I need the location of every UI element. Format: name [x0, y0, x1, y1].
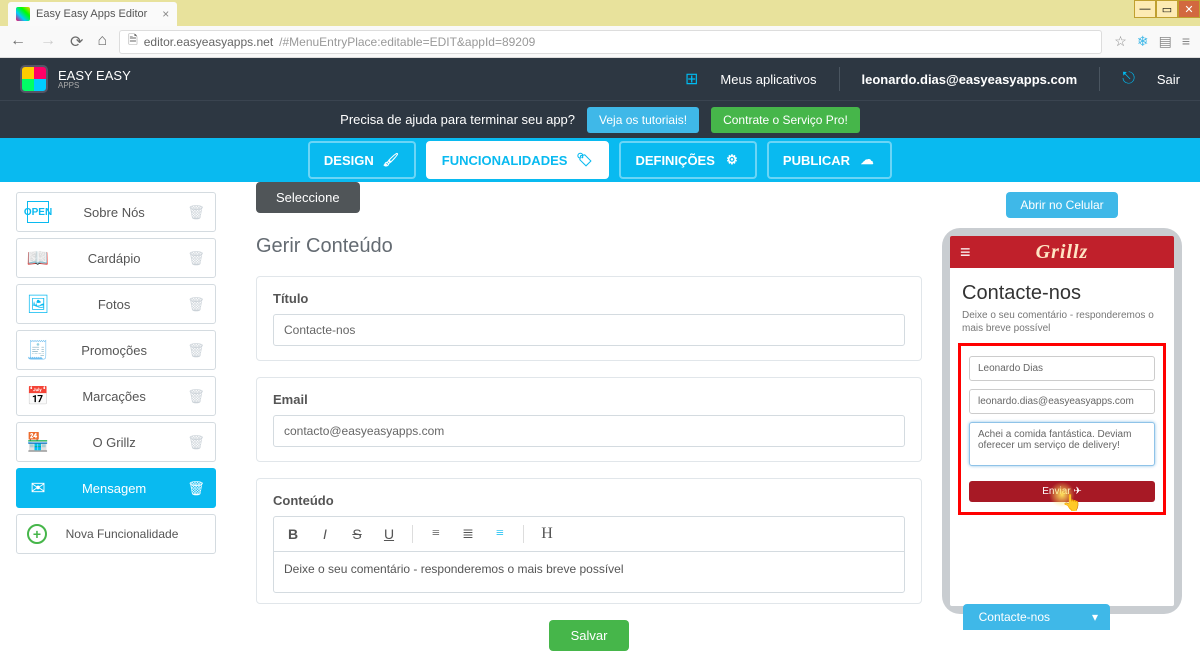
logout-icon[interactable]: ⎋	[1122, 70, 1135, 88]
gear-icon: ⚙	[723, 151, 741, 169]
title-label: Título	[273, 291, 905, 306]
pro-service-button[interactable]: Contrate o Serviço Pro!	[711, 107, 860, 133]
bottom-dropdown[interactable]: Contacte-nos	[963, 604, 1110, 630]
main-nav: DESIGN 🖌 FUNCIONALIDADES 🏷 DEFINIÇÕES ⚙ …	[0, 138, 1200, 182]
window-maximize-button[interactable]: ▭	[1156, 0, 1178, 18]
list-icon[interactable]: ▤	[1159, 33, 1172, 50]
preview-name-input[interactable]	[969, 356, 1155, 381]
reload-icon[interactable]: ⟳	[70, 32, 83, 52]
favicon-icon	[16, 7, 30, 21]
user-email[interactable]: leonardo.dias@easyeasyapps.com	[862, 72, 1078, 87]
help-bar: Precisa de ajuda para terminar seu app? …	[0, 100, 1200, 138]
select-button[interactable]: Seleccione	[256, 182, 360, 213]
heading-icon[interactable]: H	[538, 525, 556, 543]
italic-icon[interactable]: I	[316, 526, 334, 542]
cursor-icon: 👆	[1062, 493, 1082, 513]
window-close-button[interactable]: ✕	[1178, 0, 1200, 18]
trash-icon[interactable]: 🗑	[187, 250, 205, 267]
sidebar-item-about[interactable]: OPEN Sobre Nós 🗑	[16, 192, 216, 232]
nav-publish[interactable]: PUBLICAR ☁	[767, 141, 892, 179]
forward-icon[interactable]: →	[40, 32, 56, 52]
sidebar-new-functionality[interactable]: + Nova Funcionalidade	[16, 514, 216, 554]
trash-icon[interactable]: 🗑	[187, 434, 205, 451]
tab-title: Easy Easy Apps Editor	[36, 8, 147, 20]
brush-icon: 🖌	[382, 151, 400, 169]
url-host: editor.easyeasyapps.net	[144, 35, 273, 49]
save-button[interactable]: Salvar	[549, 620, 630, 651]
trash-icon[interactable]: 🗑	[187, 204, 205, 221]
form-group-content: Conteúdo B I S U ≡ ≣ ≡ H Deixe o seu com…	[256, 478, 922, 604]
browser-address-bar: ← → ⟳ ⌂ 🗎 editor.easyeasyapps.net /#MenuE…	[0, 26, 1200, 58]
sidebar-item-photos[interactable]: 🖼 Fotos 🗑	[16, 284, 216, 324]
sidebar-item-menu[interactable]: 📖 Cardápio 🗑	[16, 238, 216, 278]
brand[interactable]: EASY EASY APPS	[20, 65, 131, 93]
bold-icon[interactable]: B	[284, 526, 302, 542]
nav-design[interactable]: DESIGN 🖌	[308, 141, 416, 179]
phone-page-subtitle: Deixe o seu comentário - responderemos o…	[962, 309, 1162, 335]
preview-email-input[interactable]	[969, 389, 1155, 414]
trash-icon[interactable]: 🗑	[187, 296, 205, 313]
brand-icon	[20, 65, 48, 93]
url-input[interactable]: 🗎 editor.easyeasyapps.net /#MenuEntryPlac…	[119, 30, 1102, 54]
strikethrough-icon[interactable]: S	[348, 526, 366, 542]
my-apps-link[interactable]: Meus aplicativos	[720, 72, 816, 87]
underline-icon[interactable]: U	[380, 526, 398, 542]
email-input[interactable]	[273, 415, 905, 447]
form-group-email: Email	[256, 377, 922, 462]
logout-link[interactable]: Sair	[1157, 72, 1180, 87]
content-editor[interactable]: Deixe o seu comentário - responderemos o…	[273, 551, 905, 593]
content-heading: Gerir Conteúdo	[256, 235, 922, 258]
phone-frame: ≡ Grillz Contacte-nos Deixe o seu coment…	[942, 228, 1182, 614]
cloud-upload-icon: ☁	[858, 151, 876, 169]
back-icon[interactable]: ←	[10, 32, 26, 52]
sidebar-item-promotions[interactable]: 🧾 Promoções 🗑	[16, 330, 216, 370]
browser-tab[interactable]: Easy Easy Apps Editor ×	[8, 2, 177, 26]
nav-functionalities[interactable]: FUNCIONALIDADES 🏷	[426, 141, 610, 179]
url-path: /#MenuEntryPlace:editable=EDIT&appId=892…	[279, 35, 535, 49]
nav-settings[interactable]: DEFINIÇÕES ⚙	[619, 141, 756, 179]
align-icon[interactable]: ≡	[491, 526, 509, 542]
list-ol-icon[interactable]: ≡	[427, 526, 445, 542]
form-group-title: Título	[256, 276, 922, 361]
phone-app-title: Grillz	[950, 241, 1174, 264]
form-highlight-box: Enviar ✈ 👆	[958, 343, 1166, 515]
content-label: Conteúdo	[273, 493, 905, 508]
email-label: Email	[273, 392, 905, 407]
brand-sub: APPS	[58, 82, 131, 90]
tab-close-icon[interactable]: ×	[162, 7, 169, 21]
preview-message-textarea[interactable]	[969, 422, 1155, 466]
main-content: Seleccione Gerir Conteúdo Título Email C…	[226, 182, 940, 652]
sidebar: OPEN Sobre Nós 🗑 📖 Cardápio 🗑 🖼 Fotos 🗑 …	[0, 182, 226, 652]
trash-icon[interactable]: 🗑	[187, 480, 205, 497]
trash-icon[interactable]: 🗑	[187, 388, 205, 405]
phone-header: ≡ Grillz	[950, 236, 1174, 268]
sidebar-item-bookings[interactable]: 📅 Marcações 🗑	[16, 376, 216, 416]
brand-name: EASY EASY	[58, 69, 131, 82]
menu-icon[interactable]: ≡	[1182, 33, 1190, 50]
app-header: EASY EASY APPS ⊞ Meus aplicativos leonar…	[0, 58, 1200, 100]
page-icon: 🗎	[128, 31, 138, 52]
tutorials-button[interactable]: Veja os tutoriais!	[587, 107, 699, 133]
window-controls: — ▭ ✕	[1134, 0, 1200, 18]
extension-icon[interactable]: ❄	[1137, 33, 1149, 50]
help-text: Precisa de ajuda para terminar seu app?	[340, 112, 575, 127]
browser-tab-bar: Easy Easy Apps Editor ×	[0, 0, 1200, 26]
open-on-phone-button[interactable]: Abrir no Celular	[1006, 192, 1117, 218]
window-minimize-button[interactable]: —	[1134, 0, 1156, 18]
editor-toolbar: B I S U ≡ ≣ ≡ H	[273, 516, 905, 551]
trash-icon[interactable]: 🗑	[187, 342, 205, 359]
list-ul-icon[interactable]: ≣	[459, 526, 477, 543]
tag-icon: 🏷	[575, 151, 593, 169]
sidebar-item-grillz[interactable]: 🏪 O Grillz 🗑	[16, 422, 216, 462]
preview-send-button[interactable]: Enviar ✈ 👆	[969, 481, 1155, 502]
title-input[interactable]	[273, 314, 905, 346]
apps-grid-icon[interactable]: ⊞	[685, 69, 698, 89]
phone-page-title: Contacte-nos	[962, 282, 1162, 305]
sidebar-item-message[interactable]: ✉ Mensagem 🗑	[16, 468, 216, 508]
preview-column: Abrir no Celular ≡ Grillz Contacte-nos D…	[940, 182, 1200, 652]
star-icon[interactable]: ☆	[1114, 33, 1127, 50]
home-icon[interactable]: ⌂	[97, 32, 107, 52]
